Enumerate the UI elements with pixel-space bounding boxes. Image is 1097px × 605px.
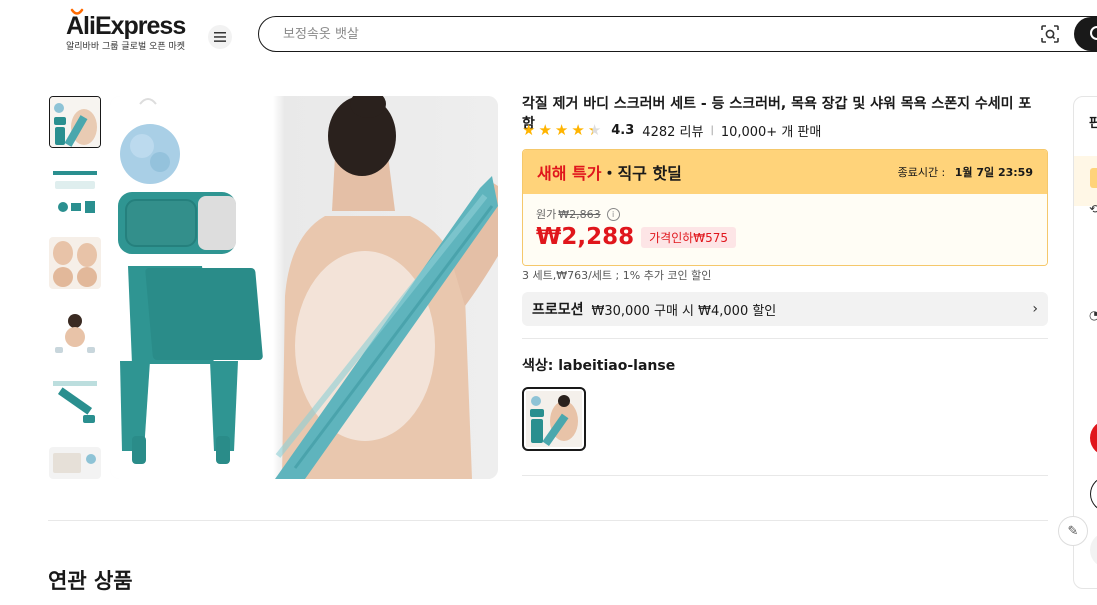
side-panel-badge (1090, 168, 1097, 188)
search-icon (1090, 26, 1097, 40)
promotion-tag: 프로모션 (532, 302, 584, 318)
image-search-icon[interactable] (1040, 24, 1060, 44)
thumbnail-2[interactable] (49, 167, 101, 219)
promotion-row[interactable]: 프로모션 ₩30,000 구매 시 ₩4,000 할인 › (522, 292, 1048, 326)
thumbnail-3[interactable] (49, 237, 101, 289)
chevron-right-icon: › (1032, 301, 1038, 317)
deal-sublabel: ・직구 핫딜 (601, 164, 682, 183)
sold-count: 10,000+ 개 판매 (720, 124, 822, 140)
aliexpress-logo[interactable]: AliExpress 알리바바 그룹 글로벌 오픈 마켓 (66, 8, 190, 53)
original-price-row: 원가 ₩2,863 i (536, 206, 1034, 222)
deal-box: 새해 특가 ・직구 핫딜 종료시간 : 1월 7일 23:59 원가 ₩2,86… (522, 149, 1048, 266)
deal-end-label: 종료시간 : (897, 166, 946, 179)
deal-end-time: 종료시간 : 1월 7일 23:59 (898, 164, 1033, 180)
star-icon: ★ (554, 120, 569, 139)
deal-label: 새해 특가 (537, 164, 602, 183)
separator: | (710, 124, 714, 136)
search-bar[interactable] (258, 16, 1097, 52)
sale-price: ₩2,288 (536, 224, 635, 250)
info-icon[interactable]: i (606, 207, 620, 221)
divider (522, 475, 1048, 476)
coin-discount-note: 3 세트,₩763/세트 ; 1% 추가 코인 할인 (522, 269, 712, 282)
review-count[interactable]: 4282 리뷰 (642, 121, 703, 140)
deal-header: 새해 특가 ・직구 핫딜 종료시간 : 1월 7일 23:59 (523, 150, 1047, 194)
color-label: 색상: labeitiao-lanse (522, 358, 676, 374)
price-area: 원가 ₩2,863 i ₩2,288 가격인하₩575 (523, 194, 1047, 265)
rating-stars: ★ ★ ★ ★ ★ (522, 120, 602, 139)
edit-icon[interactable]: ✎ (1058, 516, 1088, 546)
color-swatch-selected[interactable] (522, 387, 586, 451)
menu-button[interactable] (208, 25, 232, 49)
shield-icon: ◔ (1089, 308, 1097, 322)
half-star-icon: ★ (587, 120, 602, 139)
divider (522, 338, 1048, 339)
thumbnail-5[interactable] (49, 377, 101, 429)
original-price: ₩2,863 (558, 207, 601, 221)
original-price-label: 원가 (536, 208, 557, 221)
promotion-text: ₩30,000 구매 시 ₩4,000 할인 (591, 303, 777, 319)
thumbnail-1[interactable] (49, 96, 101, 148)
main-product-image[interactable] (110, 96, 498, 479)
discount-badge: 가격인하₩575 (641, 226, 737, 248)
thumbnail-6[interactable] (49, 447, 101, 479)
hamburger-icon (214, 32, 226, 42)
logo-smile-icon (70, 8, 84, 15)
rating-row: ★ ★ ★ ★ ★ 4.3 4282 리뷰 | 10,000+ 개 판매 (522, 120, 822, 140)
related-products-title: 연관 상품 (48, 569, 133, 593)
star-icon: ★ (571, 120, 585, 139)
search-input[interactable] (283, 26, 1023, 42)
side-panel-title: 판 (1089, 116, 1097, 131)
thumbnail-4[interactable] (49, 307, 101, 359)
logo-subtitle: 알리바바 그룹 글로벌 오픈 마켓 (66, 42, 186, 52)
deal-end-value: 1월 7일 23:59 (954, 166, 1033, 179)
rating-value: 4.3 (611, 122, 635, 138)
shipping-icon: ⟲ (1089, 202, 1097, 216)
star-icon: ★ (522, 120, 536, 139)
star-icon: ★ (538, 120, 552, 139)
section-divider (48, 520, 1048, 521)
